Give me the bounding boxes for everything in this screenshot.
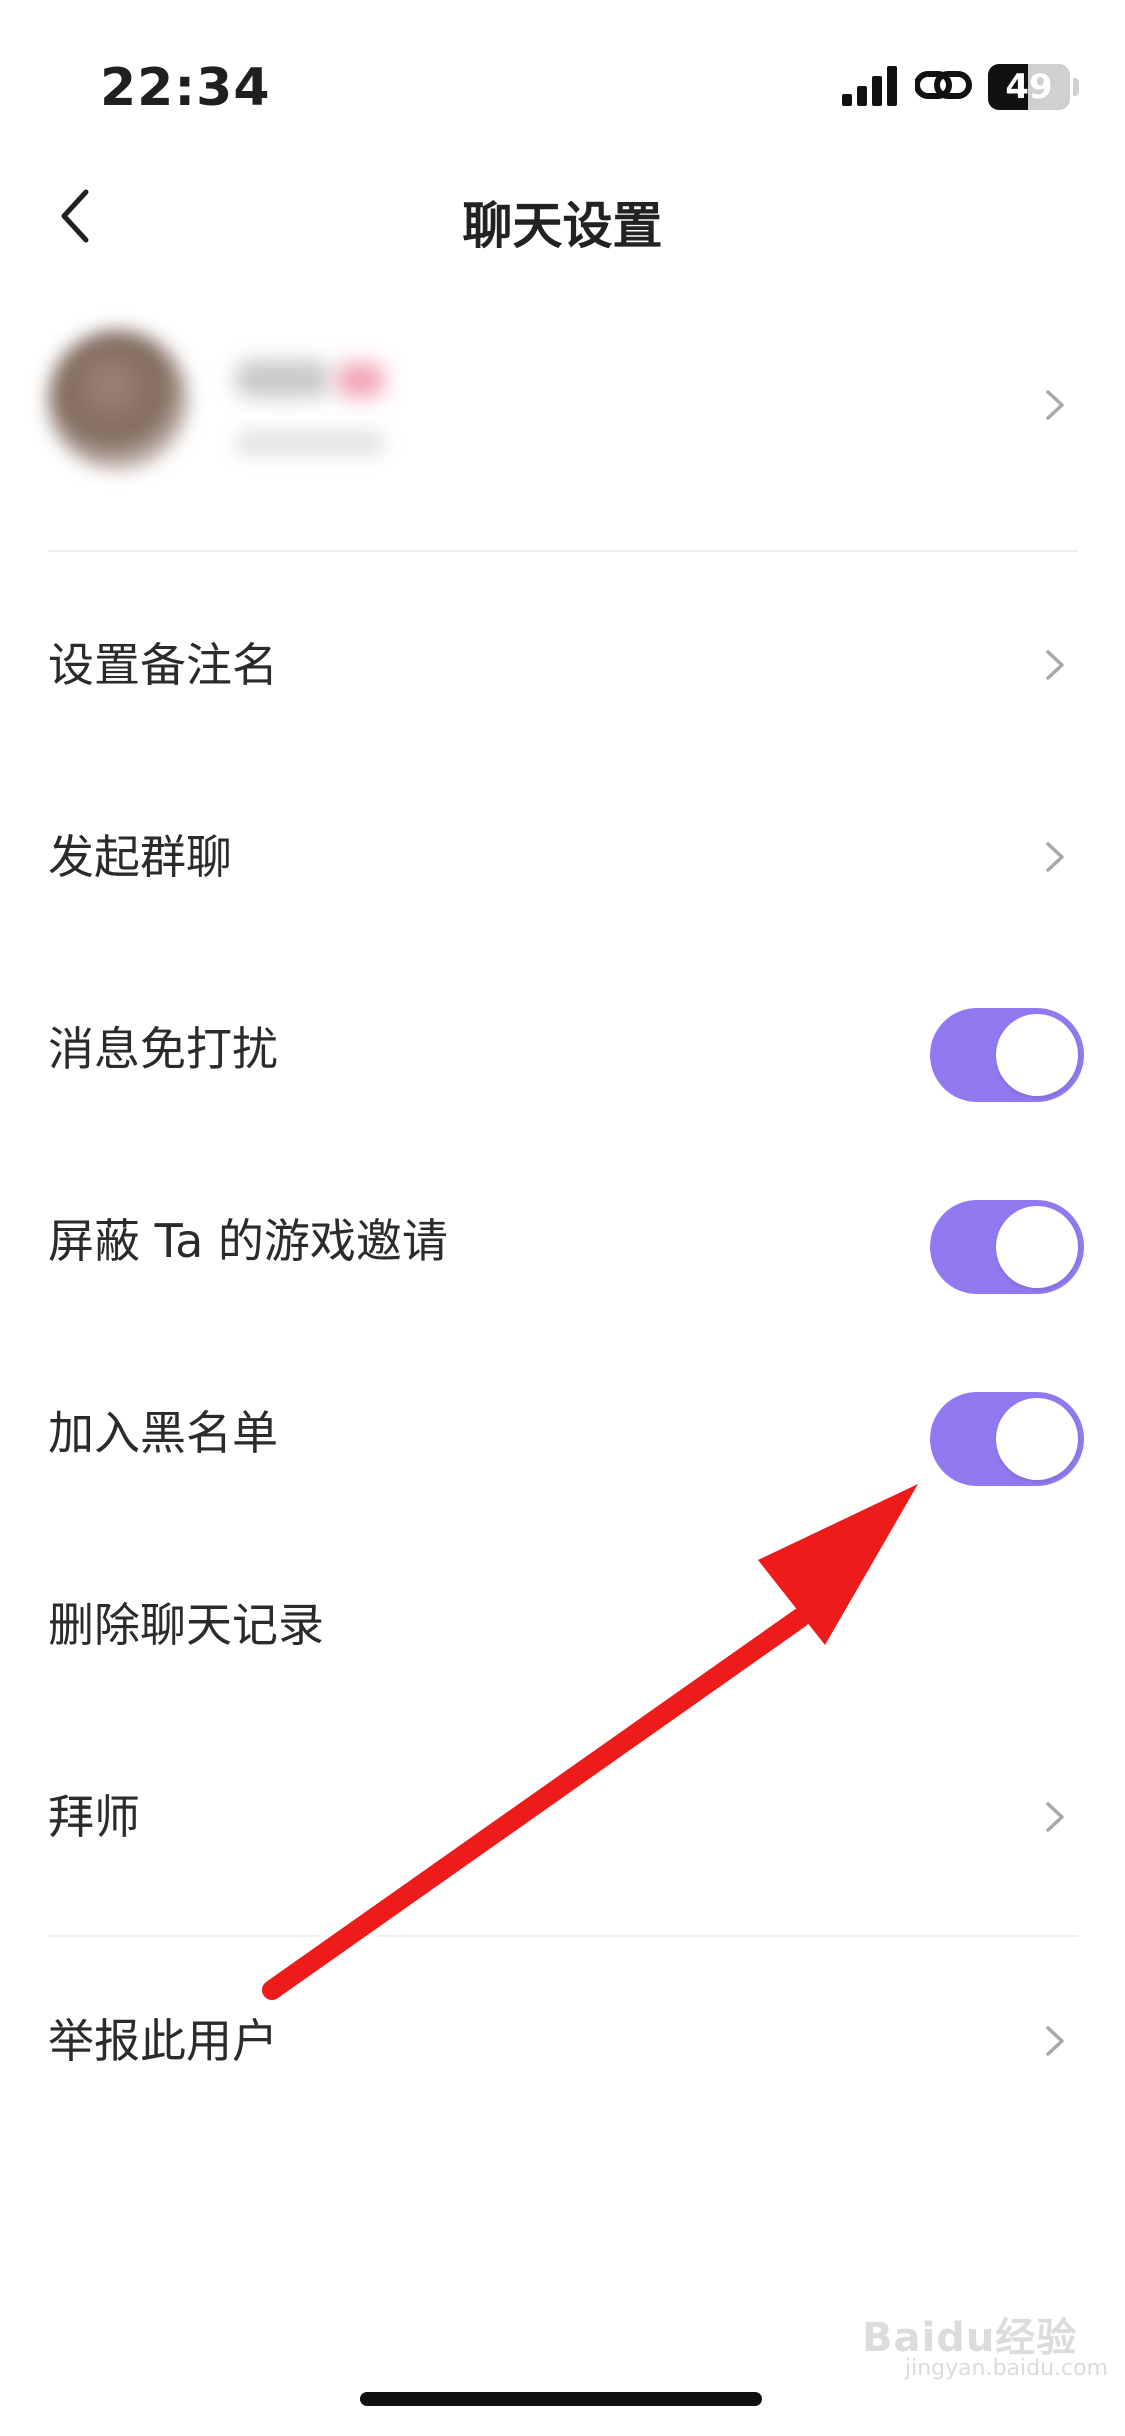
block-game-invites-toggle[interactable]	[930, 1200, 1084, 1294]
toggle-knob	[996, 1014, 1078, 1096]
divider	[48, 550, 1078, 552]
link-icon	[915, 71, 972, 99]
row-label: 举报此用户	[48, 2014, 278, 2068]
divider	[48, 1935, 1078, 1937]
signal-icon	[842, 66, 897, 106]
avatar	[48, 330, 188, 470]
profile-row[interactable]	[0, 320, 1125, 490]
chevron-right-icon	[1046, 842, 1064, 872]
row-label: 删除聊天记录	[48, 1598, 324, 1652]
toggle-knob	[996, 1206, 1078, 1288]
row-set-remark[interactable]: 设置备注名	[0, 590, 1125, 740]
row-label: 屏蔽 Ta 的游戏邀请	[48, 1214, 448, 1268]
profile-name	[235, 360, 330, 398]
row-label: 设置备注名	[48, 638, 278, 692]
chevron-right-icon	[1046, 390, 1064, 420]
toggle-knob	[996, 1398, 1078, 1480]
row-add-to-blacklist: 加入黑名单	[0, 1358, 1125, 1508]
row-block-game-invites: 屏蔽 Ta 的游戏邀请	[0, 1166, 1125, 1316]
row-do-not-disturb: 消息免打扰	[0, 974, 1125, 1124]
row-report-user[interactable]: 举报此用户	[0, 1966, 1125, 2116]
row-start-group-chat[interactable]: 发起群聊	[0, 782, 1125, 932]
chevron-right-icon	[1046, 2026, 1064, 2056]
watermark-subtext: jingyan.baidu.com	[905, 2356, 1109, 2381]
page-title: 聊天设置	[462, 197, 663, 255]
home-indicator[interactable]	[360, 2392, 762, 2406]
status-time: 22:34	[100, 58, 271, 118]
row-label: 拜师	[48, 1790, 140, 1844]
row-delete-chat-history[interactable]: 删除聊天记录	[0, 1550, 1125, 1700]
row-label: 消息免打扰	[48, 1022, 278, 1076]
row-apprentice[interactable]: 拜师	[0, 1742, 1125, 1892]
battery-icon: 49	[988, 64, 1070, 110]
chevron-right-icon	[1046, 650, 1064, 680]
battery-tip	[1073, 78, 1079, 96]
row-label: 发起群聊	[48, 830, 232, 884]
chevron-right-icon	[1046, 1802, 1064, 1832]
battery-level: 49	[1005, 67, 1053, 107]
profile-badge	[335, 362, 385, 398]
do-not-disturb-toggle[interactable]	[930, 1008, 1084, 1102]
profile-subtitle	[235, 430, 385, 456]
blacklist-toggle[interactable]	[930, 1392, 1084, 1486]
row-label: 加入黑名单	[48, 1406, 278, 1460]
watermark: Baidu经验	[862, 2315, 1078, 2361]
